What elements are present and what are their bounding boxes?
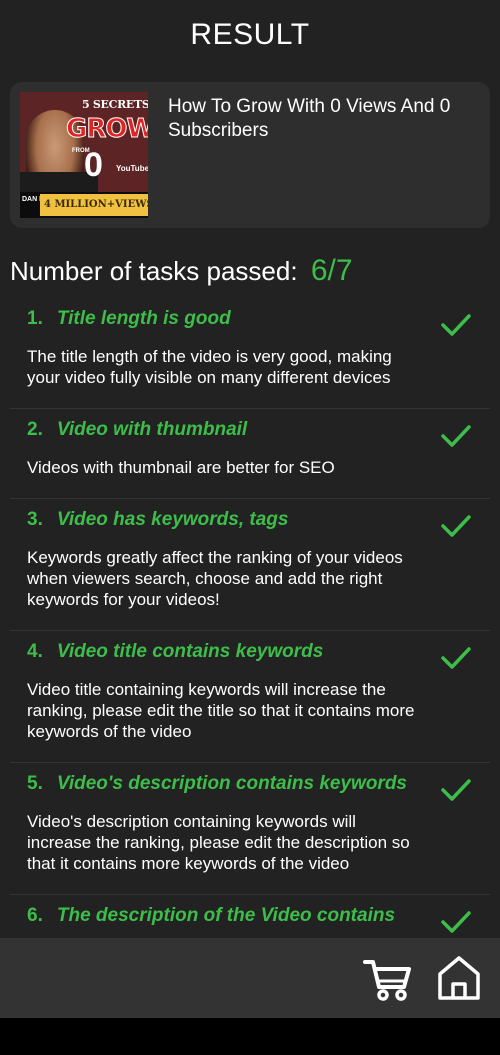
- thumbnail-badge: 4 MILLION+VIEWS →: [40, 194, 148, 216]
- task-title: 4. Video title contains keywords: [27, 641, 420, 663]
- check-icon: [441, 515, 471, 537]
- task-title-text: Video's description contains keywords: [56, 773, 407, 794]
- thumbnail-text-line1: 5 SECRETS TO: [82, 98, 148, 111]
- task-description: Video's description containing keywords …: [27, 812, 410, 873]
- task-title-text: Video title contains keywords: [56, 641, 324, 662]
- page-title: RESULT: [190, 18, 310, 51]
- task-item[interactable]: 3. Video has keywords, tags Keywords great…: [10, 499, 490, 631]
- task-title: 6. The description of the Video contains: [27, 905, 420, 927]
- thumbnail-text-line2: GROW: [65, 114, 148, 145]
- task-title: 3. Video has keywords, tags: [27, 509, 420, 531]
- task-title-text: Video has keywords, tags: [56, 509, 289, 530]
- system-nav-bar: [0, 1018, 500, 1055]
- tasks-passed-value: 6/7: [310, 254, 353, 287]
- cart-button[interactable]: [362, 957, 414, 1003]
- task-item[interactable]: 6. The description of the Video contains: [10, 895, 490, 938]
- task-title-text: Title length is good: [56, 308, 231, 329]
- check-icon: [441, 425, 471, 447]
- task-item[interactable]: 5. Video's description contains keywords V…: [10, 763, 490, 895]
- home-button[interactable]: [436, 954, 482, 1002]
- check-icon: [441, 647, 471, 669]
- task-title-text: Video with thumbnail: [56, 419, 248, 440]
- home-icon: [438, 956, 480, 1000]
- video-title: How To Grow With 0 Views And 0 Subscribe…: [168, 96, 451, 141]
- task-description: Keywords greatly affect the ranking of y…: [27, 548, 403, 609]
- thumbnail-brand: YouTube: [116, 164, 148, 173]
- task-description: Video title containing keywords will inc…: [27, 680, 415, 741]
- check-icon: [441, 779, 471, 801]
- task-description: The title length of the video is very go…: [27, 347, 392, 387]
- check-icon: [441, 314, 471, 336]
- task-item[interactable]: 1. Title length is good The title length o…: [10, 298, 490, 409]
- thumbnail-text-line4: 0: [84, 146, 103, 184]
- task-list[interactable]: 1. Title length is good The title length o…: [10, 298, 490, 938]
- task-number: 3.: [27, 509, 43, 530]
- task-title-text: The description of the Video contains: [56, 905, 396, 926]
- task-number: 2.: [27, 419, 43, 440]
- task-item[interactable]: 4. Video title contains keywords Video tit…: [10, 631, 490, 763]
- tasks-passed-summary: Number of tasks passed: 6/7: [10, 254, 353, 288]
- task-title: 1. Title length is good: [27, 308, 420, 330]
- task-number: 1.: [27, 308, 43, 329]
- task-description: Videos with thumbnail are better for SEO: [27, 458, 335, 477]
- task-title: 5. Video's description contains keywords: [27, 773, 420, 795]
- tasks-passed-label: Number of tasks passed:: [10, 256, 298, 286]
- task-number: 6.: [27, 905, 43, 926]
- check-icon: [441, 911, 471, 933]
- shopping-cart-icon: [363, 960, 411, 1001]
- task-number: 5.: [27, 773, 43, 794]
- task-number: 4.: [27, 641, 43, 662]
- video-thumbnail[interactable]: 5 SECRETS TO GROW FROM 0 YouTube DAN LOK…: [20, 92, 148, 218]
- task-title: 2. Video with thumbnail: [27, 419, 420, 441]
- task-item[interactable]: 2. Video with thumbnail Videos with thumbn…: [10, 409, 490, 499]
- video-card[interactable]: 5 SECRETS TO GROW FROM 0 YouTube DAN LOK…: [10, 82, 490, 228]
- bottom-bar: [0, 938, 500, 1018]
